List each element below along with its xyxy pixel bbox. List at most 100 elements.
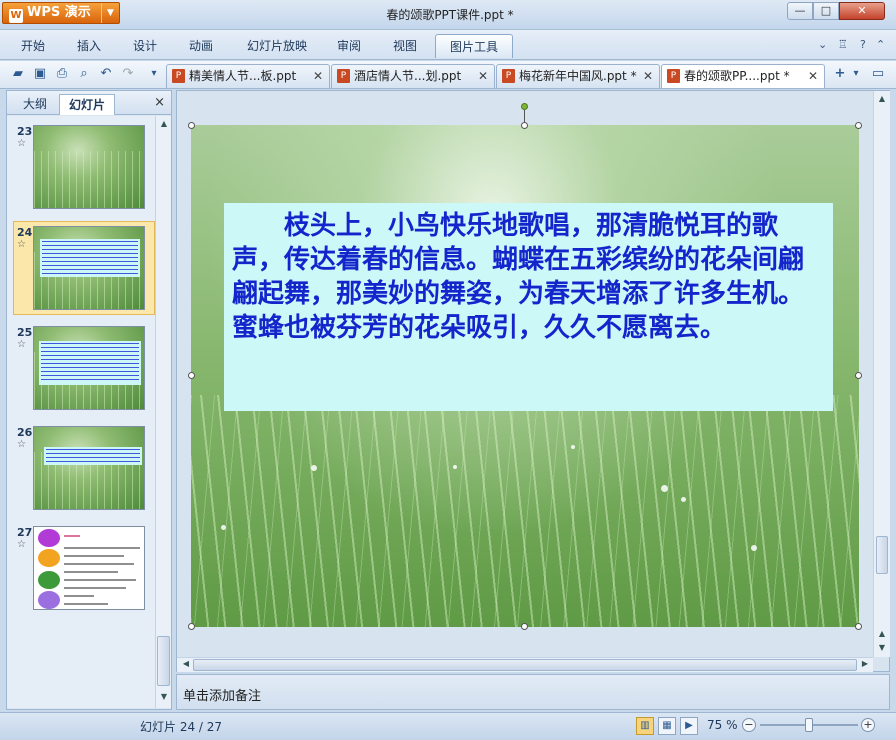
close-panel-icon[interactable]: ×: [154, 95, 165, 110]
title-bar: W WPS 演示 ▼ 春的颂歌PPT课件.ppt * — □ ✕: [0, 0, 896, 30]
slide-text: 枝头上，小鸟快乐地歌唱，那清脆悦耳的歌声，传达着春的信息。蝴蝶在五彩缤纷的花朵间…: [232, 211, 805, 343]
dew-drop: [311, 465, 317, 471]
thumbnail-text-line: [64, 579, 136, 581]
tab-view[interactable]: 视图: [382, 34, 428, 58]
slide-thumbnail-24[interactable]: [33, 226, 145, 310]
tab-insert[interactable]: 插入: [66, 34, 112, 58]
doc-tab-3[interactable]: P 梅花新年中国风.ppt * ✕: [496, 64, 660, 88]
dew-drop: [453, 465, 457, 469]
tab-slideshow[interactable]: 幻灯片放映: [236, 34, 318, 58]
close-tab-icon[interactable]: ✕: [478, 65, 488, 87]
tab-list-icon[interactable]: ▾: [848, 66, 864, 82]
slide-thumbnail-25[interactable]: [33, 326, 145, 410]
window-mode-icon[interactable]: ▭: [870, 66, 886, 82]
thumbnail-text-line: [64, 547, 140, 549]
purple-leaf-icon: [38, 591, 60, 609]
slide-count: 幻灯片 24 / 27: [140, 720, 223, 734]
scroll-down-icon[interactable]: ▲: [876, 629, 888, 641]
print-preview-icon[interactable]: ⌕: [76, 66, 92, 82]
maximize-button[interactable]: □: [813, 2, 839, 20]
help-icon[interactable]: ?: [860, 38, 866, 51]
thumbnail-textbox: [39, 341, 141, 385]
thumbnail-number: 23: [17, 125, 33, 138]
zoom-in-icon[interactable]: +: [861, 718, 875, 732]
thumbnail-text-line: [64, 603, 108, 605]
scroll-left-icon[interactable]: ◀: [180, 659, 192, 671]
scroll-thumb[interactable]: [193, 659, 857, 671]
print-icon[interactable]: ⎙: [54, 66, 70, 82]
tab-home[interactable]: 开始: [10, 34, 56, 58]
resize-handle[interactable]: [521, 122, 528, 129]
undo-icon[interactable]: ↶: [98, 66, 114, 82]
chevron-down-icon[interactable]: ▼: [101, 3, 119, 23]
grass-background: [191, 395, 859, 627]
tab-outline[interactable]: 大纲: [13, 94, 57, 115]
slide-textbox[interactable]: 枝头上，小鸟快乐地歌唱，那清脆悦耳的歌声，传达着春的信息。蝴蝶在五彩缤纷的花朵间…: [224, 203, 833, 411]
doc-tab-4[interactable]: P 春的颂歌PP....ppt * ✕: [661, 64, 825, 88]
tab-picture-tools[interactable]: 图片工具: [435, 34, 513, 58]
thumbnail-scrollbar[interactable]: ▲ ▼: [155, 116, 171, 708]
resize-handle[interactable]: [855, 623, 862, 630]
open-icon[interactable]: ▰: [10, 66, 26, 82]
zoom-level: 75 %: [707, 718, 738, 732]
slide-thumbnail-27[interactable]: [33, 526, 145, 610]
scroll-down-icon[interactable]: ▼: [158, 692, 170, 704]
scroll-thumb[interactable]: [157, 636, 170, 686]
notes-pane[interactable]: 单击添加备注: [176, 674, 890, 710]
ribbon-tabs: 开始 插入 设计 动画 幻灯片放映 审阅 视图 图片工具 ⌄ ♖ ? ⌃: [0, 30, 896, 60]
normal-view-icon[interactable]: ▥: [636, 717, 654, 735]
ppt-file-icon: P: [667, 69, 680, 83]
tab-slides[interactable]: 幻灯片: [59, 94, 115, 115]
resize-handle[interactable]: [188, 623, 195, 630]
minimize-button[interactable]: —: [787, 2, 813, 20]
tab-design[interactable]: 设计: [122, 34, 168, 58]
scroll-up-icon[interactable]: ▲: [876, 94, 888, 106]
thumbnail-number: 25: [17, 326, 33, 339]
doc-tab-label: 酒店情人节...划.ppt: [354, 69, 462, 83]
zoom-slider-knob[interactable]: [805, 718, 813, 732]
thumbnail-number: 24: [17, 226, 33, 239]
save-icon[interactable]: ▣: [32, 66, 48, 82]
resize-handle[interactable]: [521, 623, 528, 630]
animation-star-icon: ☆: [17, 539, 26, 550]
rotation-handle[interactable]: [521, 103, 528, 110]
wps-logo-icon: W: [9, 9, 23, 23]
app-menu-button[interactable]: W WPS 演示 ▼: [2, 2, 120, 24]
notes-placeholder: 单击添加备注: [183, 689, 262, 704]
chevron-down-icon[interactable]: ⌄: [818, 38, 827, 51]
horizontal-scrollbar[interactable]: ◀ ▶: [177, 657, 873, 672]
slide-thumbnail-23[interactable]: [33, 125, 145, 209]
slide-canvas[interactable]: 枝头上，小鸟快乐地歌唱，那清脆悦耳的歌声，传达着春的信息。蝴蝶在五彩缤纷的花朵间…: [191, 125, 859, 627]
tab-animation[interactable]: 动画: [178, 34, 224, 58]
animation-star-icon: ☆: [17, 339, 26, 350]
new-tab-icon[interactable]: +: [832, 66, 848, 82]
close-tab-icon[interactable]: ✕: [643, 65, 653, 87]
zoom-out-icon[interactable]: −: [742, 718, 756, 732]
scroll-up-icon[interactable]: ▲: [158, 119, 170, 131]
customize-toolbar-icon[interactable]: ▾: [146, 66, 162, 82]
resize-handle[interactable]: [188, 122, 195, 129]
slide-thumbnail-26[interactable]: [33, 426, 145, 510]
animation-star-icon: ☆: [17, 138, 26, 149]
doc-tab-1[interactable]: P 精美情人节...板.ppt ✕: [166, 64, 330, 88]
redo-icon[interactable]: ↷: [120, 66, 136, 82]
scroll-right-icon[interactable]: ▶: [859, 659, 871, 671]
resize-handle[interactable]: [855, 372, 862, 379]
slide-sorter-icon[interactable]: ▦: [658, 717, 676, 735]
resize-handle[interactable]: [188, 372, 195, 379]
shirt-icon[interactable]: ♖: [838, 38, 848, 51]
slide-panel: 大纲 幻灯片 × 23 ☆ 24 ☆ 25 ☆ 26 ☆ 27 ☆ ▲ ▼: [6, 90, 172, 710]
close-tab-icon[interactable]: ✕: [313, 65, 323, 87]
collapse-ribbon-icon[interactable]: ⌃: [876, 38, 885, 51]
scroll-thumb[interactable]: [876, 536, 888, 574]
tab-review[interactable]: 审阅: [326, 34, 372, 58]
close-window-button[interactable]: ✕: [839, 2, 885, 20]
slideshow-icon[interactable]: ▶: [680, 717, 698, 735]
doc-tab-2[interactable]: P 酒店情人节...划.ppt ✕: [331, 64, 495, 88]
resize-handle[interactable]: [855, 122, 862, 129]
orange-flower-icon: [38, 549, 60, 567]
vertical-scrollbar[interactable]: ▲ ▲ ▼: [873, 91, 890, 657]
close-tab-icon[interactable]: ✕: [808, 65, 818, 87]
thumbnail-text-line: [64, 555, 124, 557]
scroll-down-icon[interactable]: ▼: [876, 643, 888, 655]
